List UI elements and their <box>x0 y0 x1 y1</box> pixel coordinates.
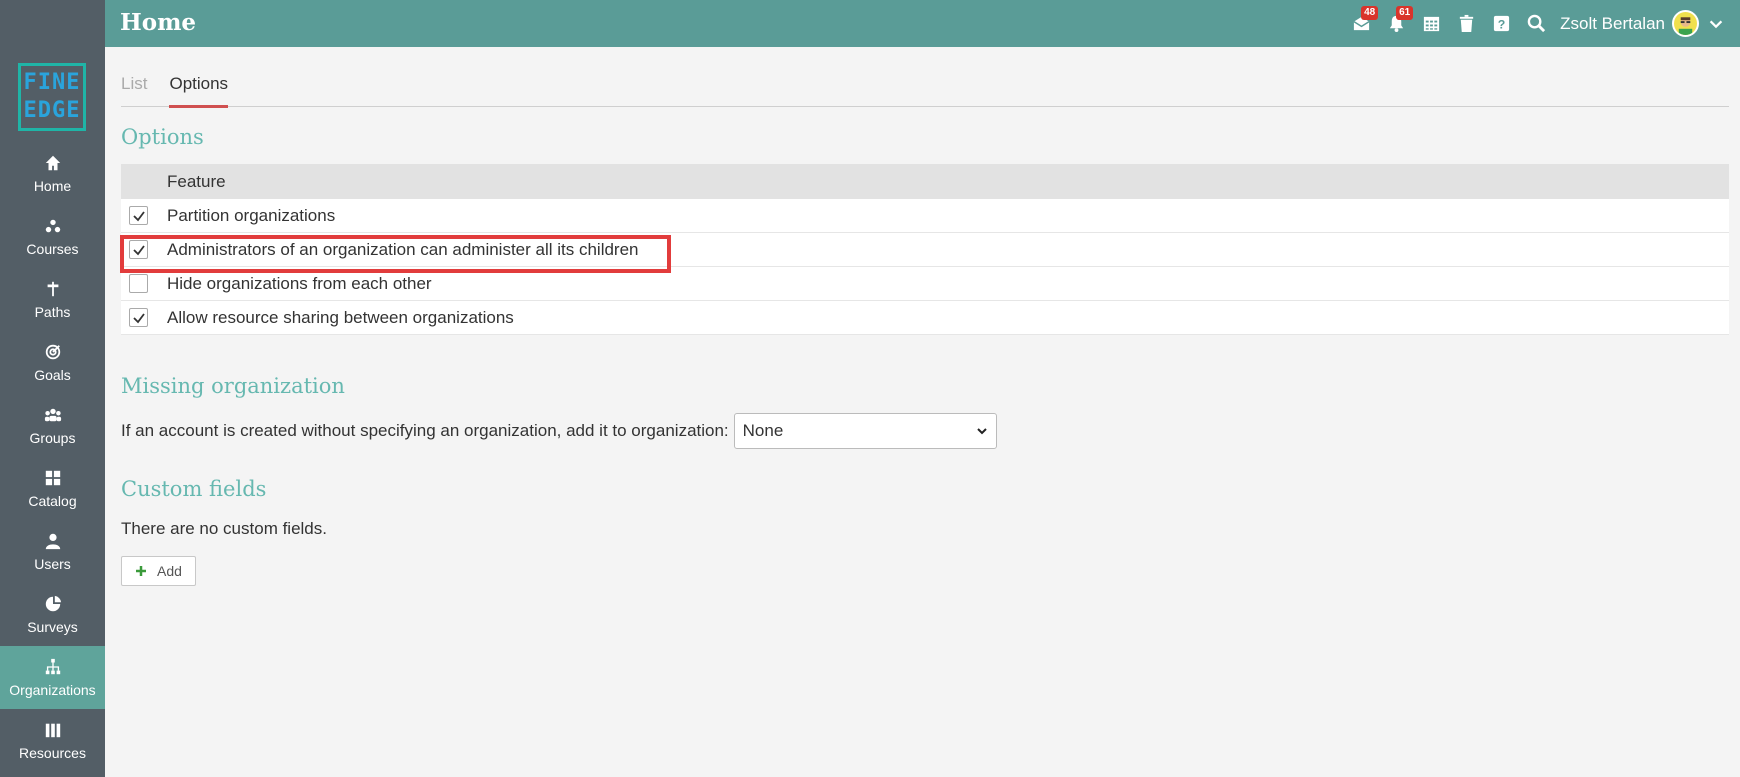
plus-icon <box>136 566 147 576</box>
notifications-badge: 61 <box>1396 6 1414 20</box>
paths-icon <box>47 281 58 296</box>
table-row: Partition organizations <box>121 199 1729 233</box>
surveys-icon <box>45 595 61 611</box>
sidebar-nav: Home Courses Paths Goals Groups Catalog … <box>0 142 105 772</box>
admin-children-checkbox[interactable] <box>129 240 148 259</box>
sidebar-item-organizations[interactable]: Organizations <box>0 646 105 709</box>
notifications-button[interactable]: 61 <box>1379 0 1414 47</box>
chevron-down-icon <box>976 428 987 435</box>
checkmark-icon <box>132 244 145 255</box>
trash-button[interactable] <box>1449 0 1484 47</box>
organization-select[interactable]: None <box>733 413 997 449</box>
resource-sharing-checkbox[interactable] <box>129 308 148 327</box>
trash-icon <box>1459 14 1474 33</box>
messages-button[interactable]: 48 <box>1344 0 1379 47</box>
logo-line-2: EDGE <box>23 98 81 123</box>
missing-organization-description: If an account is created without specify… <box>121 421 729 440</box>
sidebar-item-label: Resources <box>19 744 86 761</box>
missing-organization-row: If an account is created without specify… <box>121 413 997 449</box>
organization-select-value: None <box>742 421 784 440</box>
sidebar-item-label: Home <box>33 177 72 194</box>
custom-fields-title: Custom fields <box>121 477 267 501</box>
help-button[interactable]: ? <box>1484 0 1519 47</box>
row-label: Hide organizations from each other <box>167 273 432 293</box>
catalog-icon <box>45 470 60 485</box>
main-content: List Options Options Feature Partition o… <box>120 47 1729 586</box>
table-header: Feature <box>121 164 1729 199</box>
sidebar-item-label: Users <box>34 555 71 572</box>
missing-organization-title: Missing organization <box>121 374 345 398</box>
chevron-down-icon[interactable] <box>1707 15 1725 33</box>
search-icon <box>1527 14 1546 33</box>
top-bar: Home 48 61 ? Zsolt Bertalan <box>105 0 1740 47</box>
logo-line-1: FINE <box>23 70 81 95</box>
checkmark-icon <box>132 312 145 323</box>
user-name[interactable]: Zsolt Bertalan <box>1560 14 1665 34</box>
feature-column-header: Feature <box>167 171 226 191</box>
header-tools: 48 61 ? Zsolt Bertalan <box>1344 0 1725 47</box>
courses-icon <box>45 219 60 232</box>
resources-icon <box>45 723 60 737</box>
sidebar-item-resources[interactable]: Resources <box>0 709 105 772</box>
sidebar-item-home[interactable]: Home <box>0 142 105 205</box>
avatar[interactable] <box>1672 10 1699 37</box>
options-table: Feature Partition organizations Administ… <box>120 164 1729 335</box>
row-label: Administrators of an organization can ad… <box>167 239 639 259</box>
calendar-button[interactable] <box>1414 0 1449 47</box>
sidebar-item-goals[interactable]: Goals <box>0 331 105 394</box>
calendar-icon <box>1424 16 1440 32</box>
table-row: Administrators of an organization can ad… <box>121 233 1729 267</box>
checkmark-icon <box>132 210 145 221</box>
sidebar-item-label: Catalog <box>28 492 77 509</box>
hide-orgs-checkbox[interactable] <box>129 274 148 293</box>
messages-badge: 48 <box>1361 6 1379 20</box>
goals-icon <box>45 344 60 359</box>
row-label: Partition organizations <box>167 205 336 225</box>
groups-icon <box>44 408 61 421</box>
help-icon: ? <box>1494 15 1510 31</box>
partition-checkbox[interactable] <box>129 206 148 225</box>
add-button[interactable]: Add <box>121 556 196 586</box>
empty-state-text: There are no custom fields. <box>121 519 327 538</box>
sidebar-item-groups[interactable]: Groups <box>0 394 105 457</box>
sidebar-item-label: Goals <box>34 366 71 383</box>
add-button-label: Add <box>157 563 182 579</box>
users-icon <box>45 533 60 549</box>
search-button[interactable] <box>1519 0 1554 47</box>
tab-bar: List Options <box>121 47 1729 108</box>
tab-options[interactable]: Options <box>169 74 228 108</box>
fine-edge-logo[interactable]: FINE EDGE <box>18 63 86 131</box>
avatar-icon <box>1678 16 1693 35</box>
tab-list[interactable]: List <box>121 74 147 106</box>
organizations-icon <box>45 658 60 674</box>
sidebar-item-paths[interactable]: Paths <box>0 268 105 331</box>
sidebar-item-catalog[interactable]: Catalog <box>0 457 105 520</box>
home-icon <box>45 155 60 170</box>
table-row: Hide organizations from each other <box>121 267 1729 301</box>
sidebar-item-label: Organizations <box>9 681 96 698</box>
table-row: Allow resource sharing between organizat… <box>121 301 1729 335</box>
sidebar: FINE EDGE Home Courses Paths Goals Group… <box>0 0 105 777</box>
svg-text:?: ? <box>1498 17 1506 31</box>
sidebar-item-label: Groups <box>29 429 76 446</box>
sidebar-item-users[interactable]: Users <box>0 520 105 583</box>
row-label: Allow resource sharing between organizat… <box>167 307 514 327</box>
sidebar-item-courses[interactable]: Courses <box>0 205 105 268</box>
sidebar-item-label: Surveys <box>27 618 78 635</box>
sidebar-item-label: Courses <box>26 240 79 257</box>
sidebar-item-surveys[interactable]: Surveys <box>0 583 105 646</box>
sidebar-item-label: Paths <box>34 303 71 320</box>
options-section-title: Options <box>121 125 204 149</box>
page-title: Home <box>120 9 197 36</box>
